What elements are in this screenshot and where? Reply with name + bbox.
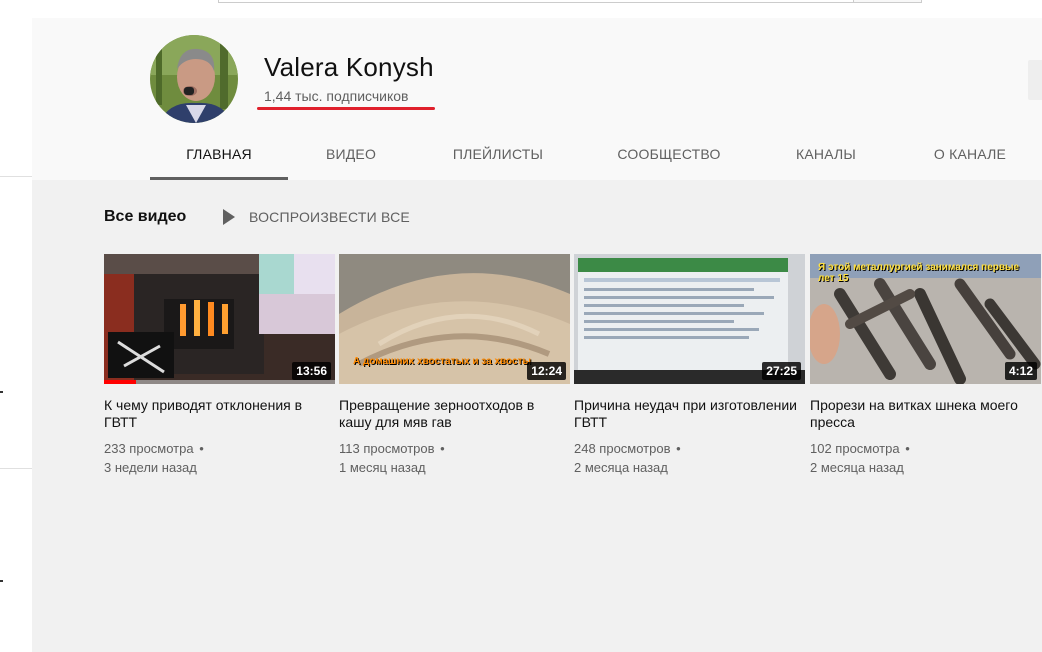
- video-title[interactable]: К чему приводят отклонения в ГВТТ: [104, 397, 335, 431]
- sidebar-divider: [0, 468, 32, 469]
- channel-header: Valera Konysh 1,44 тыс. подписчиков ГЛАВ…: [32, 18, 1042, 180]
- highlight-underline: [257, 107, 435, 110]
- video-meta: 102 просмотра • 2 месяца назад: [810, 439, 1041, 477]
- search-input[interactable]: [218, 0, 854, 3]
- separator-dot: •: [436, 441, 445, 456]
- youtube-channel-page: Valera Konysh 1,44 тыс. подписчиков ГЛАВ…: [0, 0, 1042, 652]
- video-thumbnail[interactable]: 13:56: [104, 254, 335, 384]
- tab-home[interactable]: ГЛАВНАЯ: [150, 124, 288, 180]
- video-title[interactable]: Превращение зерноотходов в кашу для мяв …: [339, 397, 570, 431]
- sidebar-edge: [0, 0, 32, 652]
- video-card[interactable]: 27:25 Причина неудач при изготовлении ГВ…: [574, 254, 805, 477]
- tab-playlists[interactable]: ПЛЕЙЛИСТЫ: [434, 124, 562, 180]
- video-meta: 233 просмотра • 3 недели назад: [104, 439, 335, 477]
- video-thumbnail[interactable]: 27:25: [574, 254, 805, 384]
- view-count: 248 просмотров: [574, 441, 671, 456]
- tab-videos[interactable]: ВИДЕО: [306, 124, 396, 180]
- play-all-button[interactable]: ВОСПРОИЗВЕСТИ ВСЕ: [222, 208, 410, 226]
- thumbnail-caption: Я этой металлургией занимался первые лет…: [818, 262, 1020, 284]
- video-duration: 4:12: [1004, 362, 1037, 380]
- video-thumbnail[interactable]: Я этой металлургией занимался первые лет…: [810, 254, 1041, 384]
- sidebar-marker: [0, 580, 3, 582]
- video-title[interactable]: Прорези на витках шнека моего пресса: [810, 397, 1041, 431]
- search-button[interactable]: [853, 0, 922, 3]
- view-count: 233 просмотра: [104, 441, 194, 456]
- separator-dot: •: [672, 441, 681, 456]
- play-icon: [223, 209, 235, 225]
- channel-name: Valera Konysh: [264, 52, 434, 82]
- watched-progress-bar: [104, 380, 137, 384]
- sidebar-marker: [0, 391, 3, 393]
- video-duration: 12:24: [527, 362, 566, 380]
- video-card[interactable]: 13:56 К чему приводят отклонения в ГВТТ …: [104, 254, 335, 477]
- tab-channels[interactable]: КАНАЛЫ: [778, 124, 874, 180]
- video-duration: 27:25: [762, 362, 801, 380]
- video-meta: 113 просмотров • 1 месяц назад: [339, 439, 570, 477]
- video-card[interactable]: Я этой металлургией занимался первые лет…: [810, 254, 1041, 477]
- masthead: [32, 0, 1042, 18]
- play-all-label: ВОСПРОИЗВЕСТИ ВСЕ: [249, 209, 410, 225]
- view-count: 102 просмотра: [810, 441, 900, 456]
- video-card[interactable]: А домашних хвостатых и за хвосты 12:24 П…: [339, 254, 570, 477]
- upload-age: 3 недели назад: [104, 460, 197, 475]
- upload-age: 2 месяца назад: [574, 460, 668, 475]
- separator-dot: •: [195, 441, 204, 456]
- channel-tabs: ГЛАВНАЯ ВИДЕО ПЛЕЙЛИСТЫ СООБЩЕСТВО КАНАЛ…: [32, 124, 1042, 180]
- video-title[interactable]: Причина неудач при изготовлении ГВТТ: [574, 397, 805, 431]
- video-meta: 248 просмотров • 2 месяца назад: [574, 439, 805, 477]
- subscribe-button[interactable]: [1028, 60, 1042, 100]
- upload-age: 1 месяц назад: [339, 460, 426, 475]
- avatar-image: [150, 35, 238, 123]
- thumbnail-caption: А домашних хвостатых и за хвосты: [353, 356, 532, 367]
- upload-age: 2 месяца назад: [810, 460, 904, 475]
- progress-track: [104, 380, 335, 384]
- section-title: Все видео: [104, 208, 187, 225]
- tab-community[interactable]: СООБЩЕСТВО: [602, 124, 736, 180]
- channel-avatar[interactable]: [150, 35, 238, 123]
- separator-dot: •: [901, 441, 910, 456]
- video-thumbnail[interactable]: А домашних хвостатых и за хвосты 12:24: [339, 254, 570, 384]
- video-duration: 13:56: [292, 362, 331, 380]
- view-count: 113 просмотров: [339, 441, 435, 456]
- sidebar-divider: [0, 176, 32, 177]
- tab-about[interactable]: О КАНАЛЕ: [918, 124, 1022, 180]
- subscriber-count: 1,44 тыс. подписчиков: [264, 88, 409, 104]
